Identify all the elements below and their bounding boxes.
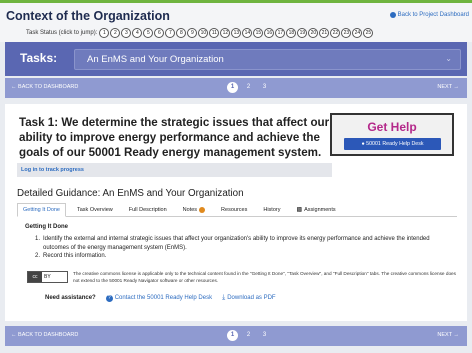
cc-icon: cc bbox=[28, 272, 42, 282]
task-status-step[interactable]: 19 bbox=[297, 28, 308, 38]
contact-help-desk-label: Contact the 50001 Ready Help Desk bbox=[114, 295, 213, 301]
tab-assignments[interactable]: ▩ Assignments bbox=[291, 203, 340, 216]
back-to-project-dashboard-label: Back to Project Dashboard bbox=[397, 12, 469, 18]
download-pdf-link[interactable]: ⤓ Download as PDF bbox=[222, 294, 275, 302]
page-button[interactable]: 1 bbox=[227, 330, 238, 341]
tasks-label: Tasks: bbox=[20, 51, 58, 65]
page-button[interactable]: 3 bbox=[259, 330, 270, 341]
task-status-step[interactable]: 13 bbox=[231, 28, 242, 38]
task-title: Task 1: We determine the strategic issue… bbox=[19, 116, 330, 159]
guidance-tabs: Getting It Done Task Overview Full Descr… bbox=[17, 203, 457, 217]
guidance-title: Detailed Guidance: An EnMS and Your Orga… bbox=[17, 188, 244, 199]
task-status-step[interactable]: 7 bbox=[165, 28, 176, 38]
tab-notes-label: Notes bbox=[182, 206, 198, 213]
task-status-step[interactable]: 4 bbox=[132, 28, 143, 38]
tab-resources[interactable]: Resources bbox=[216, 203, 252, 216]
task-status-step[interactable]: 23 bbox=[341, 28, 352, 38]
page-button[interactable]: 1 bbox=[227, 82, 238, 93]
assistance-row: Need assistance? ? Contact the 50001 Rea… bbox=[45, 294, 276, 302]
tab-history[interactable]: History bbox=[258, 203, 285, 216]
task-status-step[interactable]: 9 bbox=[187, 28, 198, 38]
assistance-label: Need assistance? bbox=[45, 295, 96, 301]
task-status-step[interactable]: 3 bbox=[121, 28, 132, 38]
download-pdf-label: Download as PDF bbox=[227, 295, 276, 301]
task-status-step[interactable]: 14 bbox=[242, 28, 253, 38]
tab-full-description[interactable]: Full Description bbox=[124, 203, 172, 216]
get-help-box: Get Help ● 50001 Ready Help Desk bbox=[330, 113, 454, 156]
task-status-step[interactable]: 17 bbox=[275, 28, 286, 38]
task-status-step[interactable]: 16 bbox=[264, 28, 275, 38]
contact-help-desk-link[interactable]: ? Contact the 50001 Ready Help Desk bbox=[105, 294, 213, 302]
page-title: Context of the Organization bbox=[6, 9, 170, 23]
back-to-dashboard-link[interactable]: ← BACK TO DASHBOARD bbox=[11, 84, 78, 90]
task-card: Task 1: We determine the strategic issue… bbox=[5, 104, 467, 321]
license-text: The creative commons license is applicab… bbox=[73, 271, 457, 283]
bottom-navigation-bar: ← BACK TO DASHBOARD 1 2 3 NEXT → bbox=[5, 326, 467, 346]
task-status-step[interactable]: 2 bbox=[110, 28, 121, 38]
task-status-row: Task Status (click to jump): 1 2 3 4 5 6… bbox=[26, 28, 374, 38]
question-icon: ? bbox=[105, 294, 113, 302]
help-desk-button[interactable]: ● 50001 Ready Help Desk bbox=[344, 138, 441, 150]
assignments-icon: ▩ bbox=[296, 207, 303, 213]
login-track-progress-link[interactable]: Log in to track progress bbox=[21, 167, 84, 173]
task-select-dropdown[interactable]: An EnMS and Your Organization ⌄ bbox=[74, 49, 461, 70]
task-status-label: Task Status (click to jump): bbox=[26, 30, 98, 36]
tab-task-overview[interactable]: Task Overview bbox=[72, 203, 118, 216]
step-text: Identify the external and internal strat… bbox=[43, 236, 430, 251]
steps-list: 1. Identify the external and internal st… bbox=[35, 235, 455, 261]
task-select-value: An EnMS and Your Organization bbox=[87, 54, 224, 65]
section-heading: Getting It Done bbox=[25, 224, 68, 230]
creative-commons-badge[interactable]: cc BY bbox=[27, 271, 68, 283]
back-to-dashboard-link[interactable]: ← BACK TO DASHBOARD bbox=[11, 332, 78, 338]
page-header: Context of the Organization Back to Proj… bbox=[0, 3, 472, 42]
task-status-step[interactable]: 24 bbox=[352, 28, 363, 38]
task-status-step[interactable]: 10 bbox=[198, 28, 209, 38]
get-help-title: Get Help bbox=[367, 120, 417, 134]
tasks-bar: Tasks: An EnMS and Your Organization ⌄ bbox=[5, 42, 467, 76]
cc-by-label: BY bbox=[44, 274, 51, 280]
tab-getting-it-done[interactable]: Getting It Done bbox=[17, 203, 66, 217]
back-arrow-icon bbox=[389, 12, 396, 18]
task-status-step[interactable]: 11 bbox=[209, 28, 220, 38]
task-status-step[interactable]: 22 bbox=[330, 28, 341, 38]
task-status-step[interactable]: 18 bbox=[286, 28, 297, 38]
list-item: 1. Identify the external and internal st… bbox=[35, 235, 455, 252]
next-link[interactable]: NEXT → bbox=[437, 84, 459, 90]
help-desk-button-label: 50001 Ready Help Desk bbox=[366, 141, 424, 147]
tab-assignments-label: Assignments bbox=[304, 206, 336, 213]
pagination: 1 2 3 bbox=[227, 330, 270, 341]
download-icon: ⤓ bbox=[222, 294, 226, 301]
task-status-step[interactable]: 5 bbox=[143, 28, 154, 38]
next-link[interactable]: NEXT → bbox=[437, 332, 459, 338]
list-item: 2. Record this information. bbox=[35, 253, 107, 259]
task-status-step[interactable]: 6 bbox=[154, 28, 165, 38]
task-status-step[interactable]: 25 bbox=[363, 28, 374, 38]
top-navigation-bar: ← BACK TO DASHBOARD 1 2 3 NEXT → bbox=[5, 78, 467, 98]
track-progress-bar: Log in to track progress bbox=[17, 163, 332, 177]
tab-notes[interactable]: Notes bbox=[178, 203, 210, 216]
page-button[interactable]: 2 bbox=[243, 82, 254, 93]
task-status-step[interactable]: 20 bbox=[308, 28, 319, 38]
page-button[interactable]: 3 bbox=[259, 82, 270, 93]
task-status-step[interactable]: 8 bbox=[176, 28, 187, 38]
pagination: 1 2 3 bbox=[227, 82, 270, 93]
task-status-step[interactable]: 1 bbox=[99, 28, 110, 38]
chevron-down-icon: ⌄ bbox=[445, 54, 452, 63]
task-status-step[interactable]: 12 bbox=[220, 28, 231, 38]
step-text: Record this information. bbox=[43, 253, 107, 259]
task-status-step[interactable]: 21 bbox=[319, 28, 330, 38]
back-to-project-dashboard-link[interactable]: Back to Project Dashboard bbox=[389, 12, 469, 18]
notes-badge-icon bbox=[199, 206, 206, 213]
page-button[interactable]: 2 bbox=[243, 330, 254, 341]
task-status-step[interactable]: 15 bbox=[253, 28, 264, 38]
